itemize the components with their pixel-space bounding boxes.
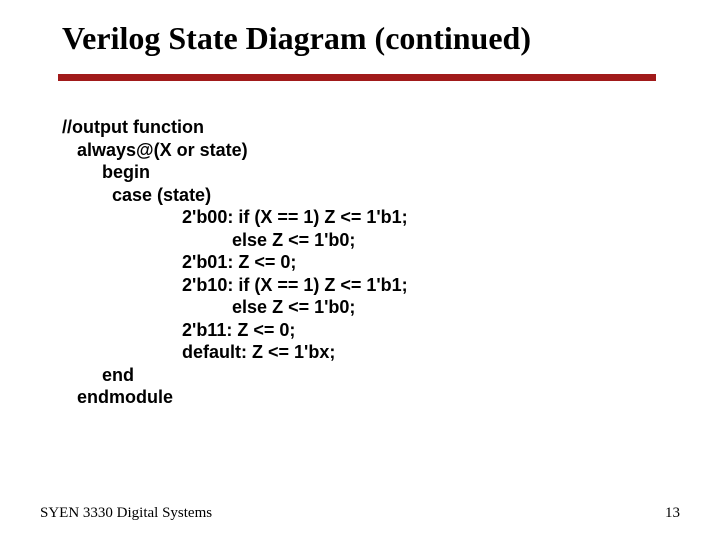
title-rule (58, 74, 656, 81)
slide: Verilog State Diagram (continued) //outp… (0, 0, 720, 540)
footer-page-number: 13 (665, 505, 680, 522)
page-title: Verilog State Diagram (continued) (62, 20, 531, 57)
code-block: //output function always@(X or state) be… (62, 116, 408, 409)
footer-course: SYEN 3330 Digital Systems (40, 505, 212, 522)
